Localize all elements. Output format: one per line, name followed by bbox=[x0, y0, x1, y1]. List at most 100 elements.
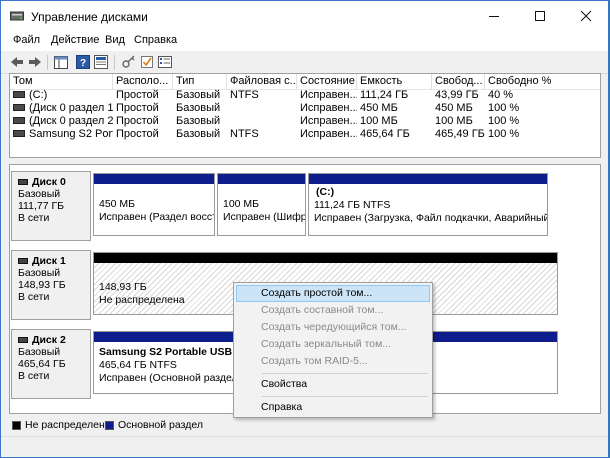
partition-status: Исправен (Шифрованный (EFI) системный ра… bbox=[223, 211, 305, 223]
disk-management-app-icon bbox=[10, 11, 24, 21]
volume-row[interactable]: Samsung S2 Porta... Простой Базовый NTFS… bbox=[10, 128, 600, 141]
list-icon bbox=[158, 56, 172, 68]
column-header-capacity[interactable]: Емкость bbox=[357, 74, 432, 89]
status-bar bbox=[1, 436, 608, 457]
legend-swatch-unallocated bbox=[12, 421, 21, 430]
column-header-free-percent[interactable]: Свободно % bbox=[485, 74, 600, 89]
column-header-volume[interactable]: Том bbox=[10, 74, 113, 89]
close-button[interactable] bbox=[563, 1, 609, 31]
column-header-free-space[interactable]: Свобод... bbox=[432, 74, 485, 89]
legend-label-primary: Основной раздел bbox=[118, 419, 203, 431]
partition-status: Исправен (Загрузка, Файл подкачки, Авари… bbox=[314, 212, 547, 224]
volume-layout: Простой bbox=[116, 89, 159, 101]
partition-type-bar bbox=[218, 174, 305, 184]
menu-item-new-raid5-volume[interactable]: Создать том RAID-5... bbox=[236, 353, 430, 370]
help-icon: ? bbox=[76, 55, 90, 69]
disk-row: Диск 0 Базовый 111,77 ГБ В сети 450 МБ И… bbox=[10, 171, 600, 241]
title-bar: Управление дисками bbox=[1, 1, 608, 31]
menu-help[interactable]: Справка bbox=[134, 34, 177, 46]
volume-free-space: 450 МБ bbox=[435, 102, 473, 114]
legend-label-unallocated: Не распределена bbox=[25, 419, 111, 431]
volume-name: (C:) bbox=[29, 89, 48, 101]
menu-file[interactable]: Файл bbox=[13, 34, 40, 46]
partition[interactable]: (C:) 111,24 ГБ NTFS Исправен (Загрузка, … bbox=[308, 173, 548, 236]
toolbar-separator bbox=[114, 55, 115, 70]
volume-status: Исправен... bbox=[300, 89, 357, 101]
partition-status: Исправен (Раздел восстановления) bbox=[99, 211, 214, 223]
menu-item-new-simple-volume[interactable]: Создать простой том... bbox=[236, 285, 430, 302]
check-button[interactable] bbox=[139, 54, 155, 70]
menu-item-help[interactable]: Справка bbox=[236, 399, 430, 416]
partition-title: (C:) bbox=[316, 186, 335, 198]
volume-name-cell: (Диск 0 раздел 1) bbox=[10, 102, 113, 115]
menu-item-new-mirrored-volume[interactable]: Создать зеркальный том... bbox=[236, 336, 430, 353]
volume-name-cell: (C:) bbox=[10, 89, 113, 102]
disk-icon bbox=[18, 337, 28, 344]
minimize-button[interactable] bbox=[471, 1, 517, 31]
partition-size: 111,24 ГБ NTFS bbox=[314, 199, 391, 211]
partition-type-bar bbox=[94, 253, 557, 263]
legend: Не распределена Основной раздел bbox=[9, 419, 601, 433]
volume-row[interactable]: (Диск 0 раздел 1) Простой Базовый Исправ… bbox=[10, 102, 600, 115]
partition[interactable]: 450 МБ Исправен (Раздел восстановления) bbox=[93, 173, 215, 236]
minimize-icon bbox=[489, 16, 499, 17]
volume-name-cell: (Диск 0 раздел 2) bbox=[10, 115, 113, 128]
volume-capacity: 450 МБ bbox=[360, 102, 398, 114]
maximize-icon bbox=[535, 11, 545, 21]
volume-free-percent: 100 % bbox=[488, 102, 520, 114]
column-header-type[interactable]: Тип bbox=[173, 74, 227, 89]
partition-type-bar bbox=[309, 174, 547, 184]
volume-type: Базовый bbox=[176, 128, 221, 140]
volume-type: Базовый bbox=[176, 102, 221, 114]
volume-row[interactable]: (Диск 0 раздел 2) Простой Базовый Исправ… bbox=[10, 115, 600, 128]
properties-button[interactable] bbox=[93, 54, 109, 70]
volume-free-percent: 100 % bbox=[488, 115, 520, 127]
volume-free-space: 100 МБ bbox=[435, 115, 473, 127]
volume-icon bbox=[13, 90, 25, 98]
volume-row[interactable]: (C:) Простой Базовый NTFS Исправен... 11… bbox=[10, 89, 600, 102]
disk-label[interactable]: Диск 0 Базовый 111,77 ГБ В сети bbox=[11, 171, 91, 241]
disk-status: В сети bbox=[18, 212, 50, 224]
volume-status: Исправен... bbox=[300, 128, 357, 140]
volume-capacity: 465,64 ГБ bbox=[360, 128, 410, 140]
properties-icon bbox=[94, 55, 108, 69]
volume-capacity: 111,24 ГБ bbox=[360, 89, 409, 101]
list-button[interactable] bbox=[157, 54, 173, 70]
menu-item-new-spanned-volume[interactable]: Создать составной том... bbox=[236, 302, 430, 319]
volume-status: Исправен... bbox=[300, 115, 357, 127]
forward-button[interactable] bbox=[27, 54, 43, 70]
menu-separator bbox=[262, 373, 428, 374]
volume-free-percent: 40 % bbox=[488, 89, 514, 101]
console-tree-button[interactable] bbox=[53, 54, 69, 70]
volume-list-header: Том Располо... Тип Файловая с... Состоян… bbox=[10, 74, 600, 90]
volume-list[interactable]: Том Располо... Тип Файловая с... Состоян… bbox=[9, 73, 601, 158]
menu-item-new-striped-volume[interactable]: Создать чередующийся том... bbox=[236, 319, 430, 336]
partition[interactable]: 100 МБ Исправен (Шифрованный (EFI) систе… bbox=[217, 173, 306, 236]
volume-layout: Простой bbox=[116, 102, 159, 114]
back-button[interactable] bbox=[9, 54, 25, 70]
disk-label[interactable]: Диск 1 Базовый 148,93 ГБ В сети bbox=[11, 250, 91, 320]
back-icon bbox=[11, 57, 23, 67]
menu-item-properties[interactable]: Свойства bbox=[236, 376, 430, 393]
disk-type: Базовый bbox=[18, 188, 61, 200]
help-button[interactable]: ? bbox=[75, 54, 91, 70]
menu-action[interactable]: Действие bbox=[51, 34, 99, 46]
disk-label[interactable]: Диск 2 Базовый 465,64 ГБ В сети bbox=[11, 329, 91, 399]
maximize-button[interactable] bbox=[517, 1, 563, 31]
menu-separator bbox=[262, 396, 428, 397]
volume-icon bbox=[13, 129, 25, 137]
column-header-filesystem[interactable]: Файловая с... bbox=[227, 74, 297, 89]
svg-text:?: ? bbox=[80, 58, 86, 69]
volume-type: Базовый bbox=[176, 89, 221, 101]
disk-name: Диск 0 bbox=[32, 176, 66, 188]
volume-filesystem: NTFS bbox=[230, 128, 259, 140]
volume-free-percent: 100 % bbox=[488, 128, 520, 140]
volume-capacity: 100 МБ bbox=[360, 115, 398, 127]
connect-button[interactable] bbox=[121, 54, 137, 70]
menu-view[interactable]: Вид bbox=[105, 34, 125, 46]
column-header-status[interactable]: Состояние bbox=[297, 74, 357, 89]
disk-size: 465,64 ГБ bbox=[18, 358, 66, 370]
column-header-layout[interactable]: Располо... bbox=[113, 74, 173, 89]
volume-name-cell: Samsung S2 Porta... bbox=[10, 128, 113, 141]
volume-layout: Простой bbox=[116, 128, 159, 140]
